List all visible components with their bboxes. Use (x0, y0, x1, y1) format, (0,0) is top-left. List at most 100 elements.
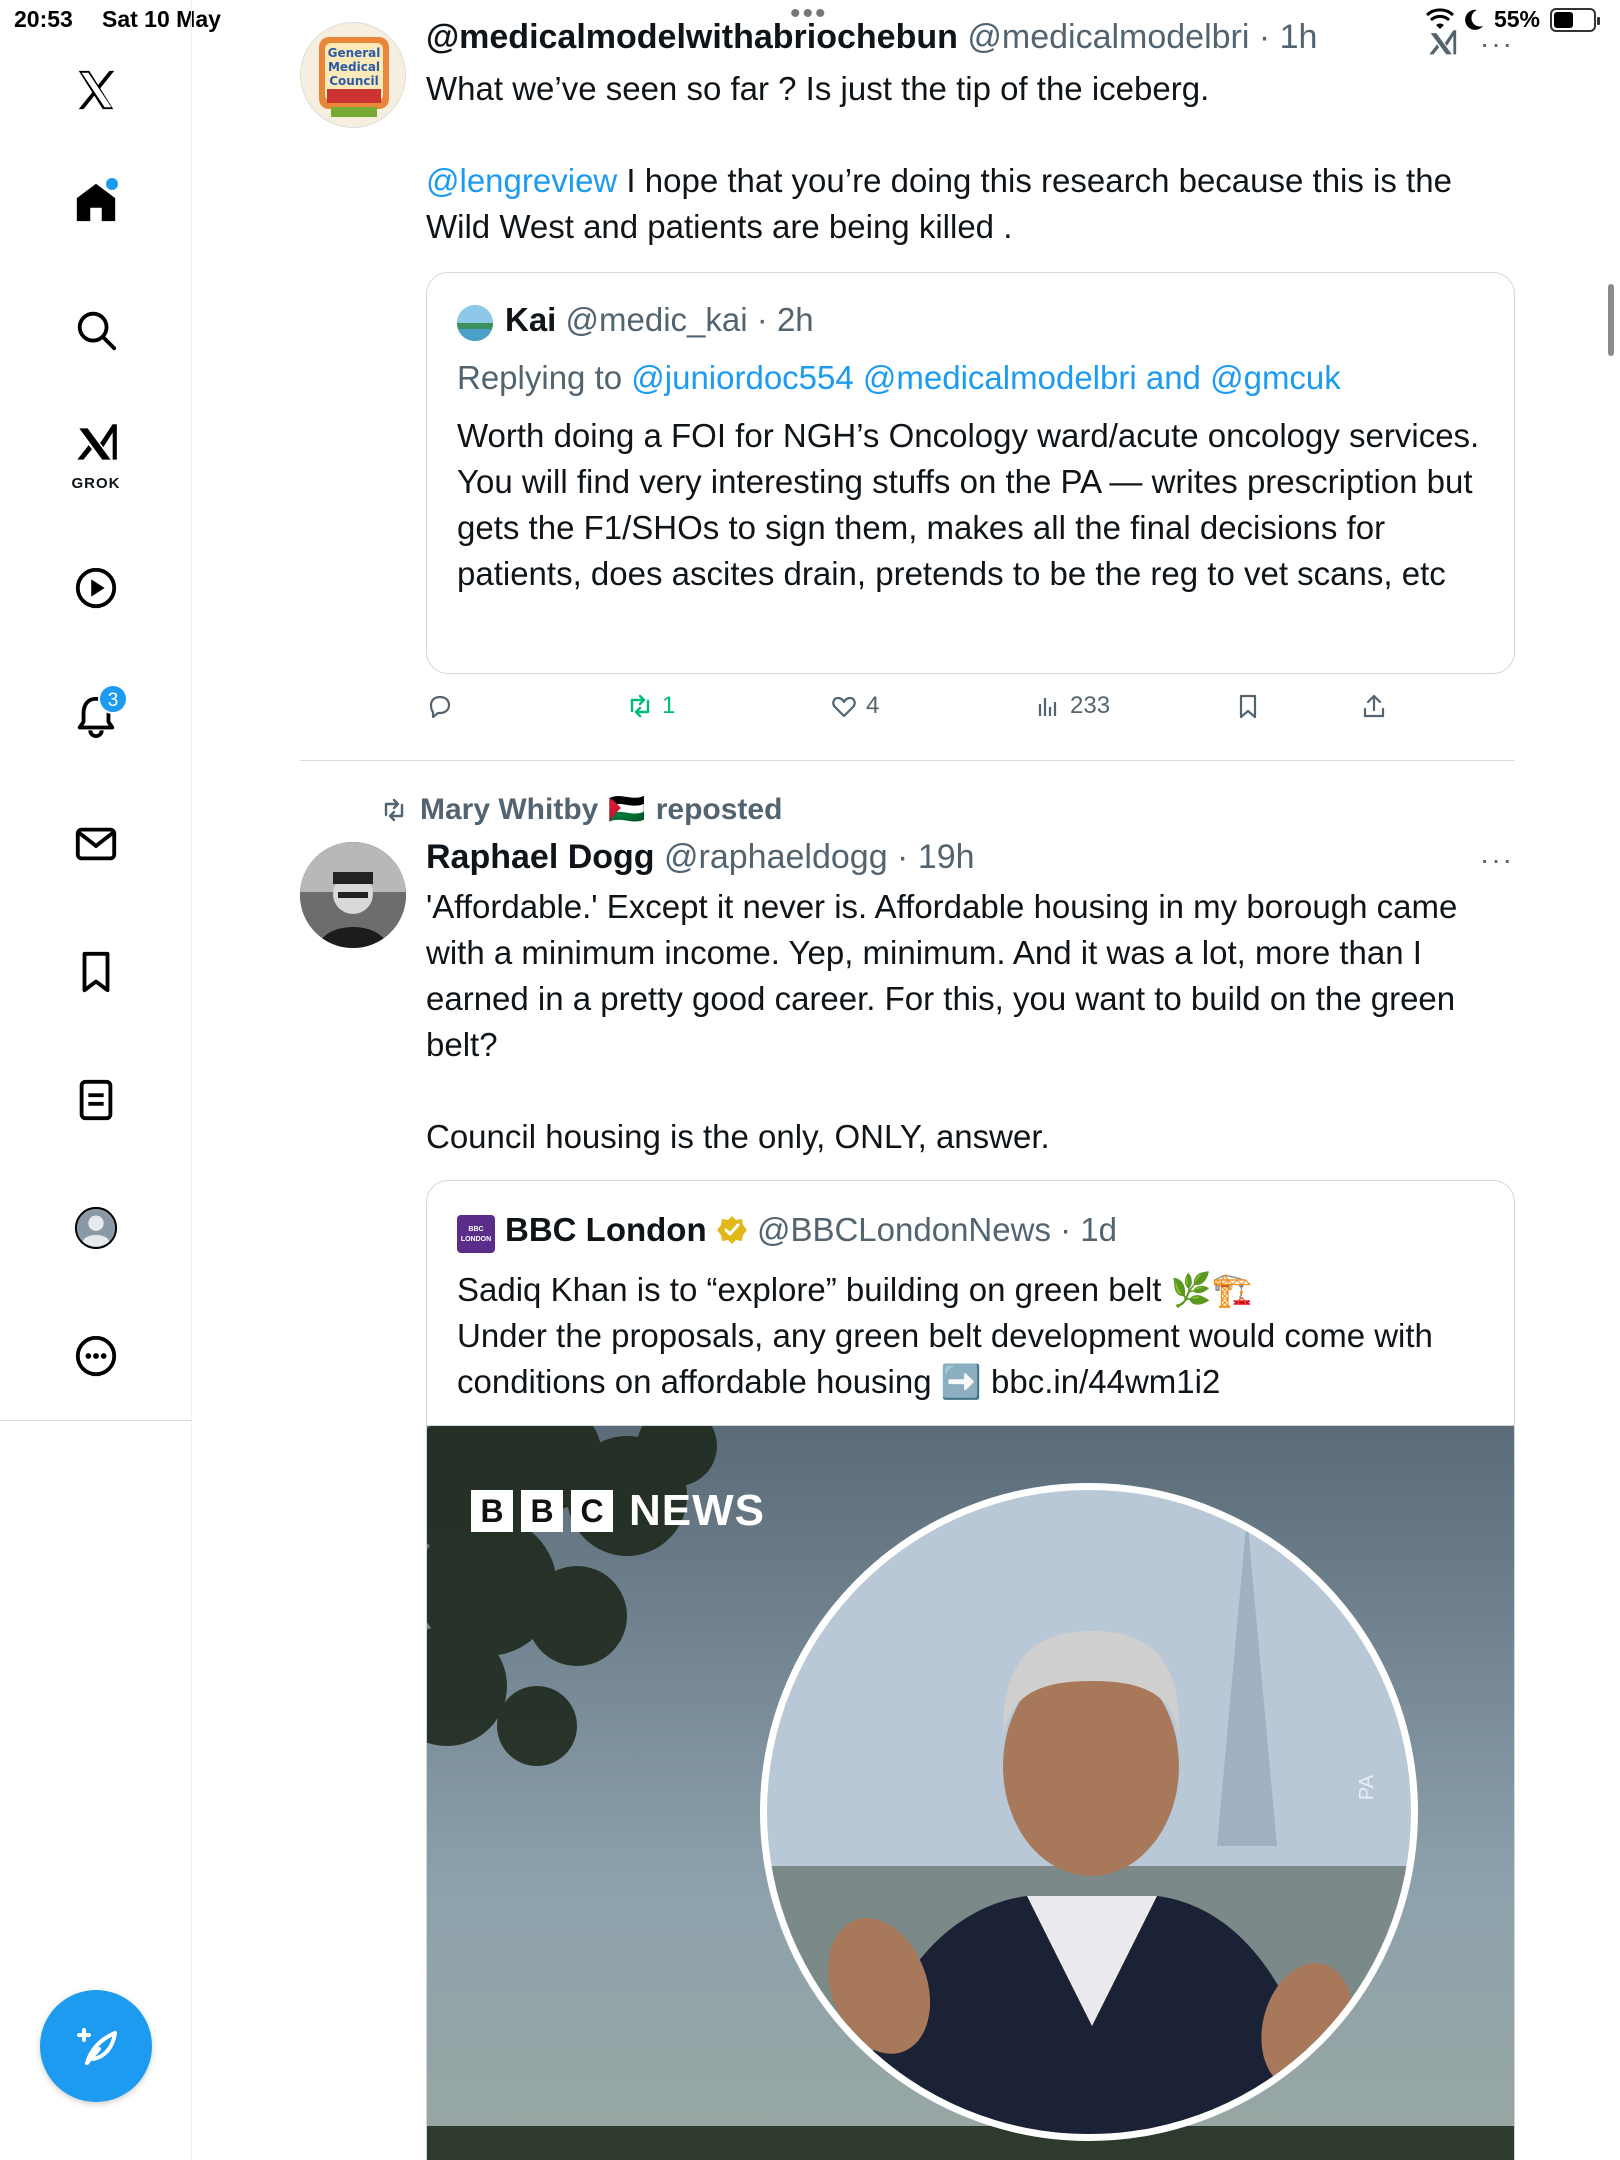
bbc-text-line2: Under the proposals, any green belt deve… (457, 1317, 1433, 1400)
scrollbar-thumb[interactable] (1608, 284, 1614, 356)
replying-last-mention[interactable]: @gmcuk (1210, 359, 1341, 396)
bbc-news-media-image[interactable]: B B C NEWS PA (427, 1425, 1514, 2160)
views-button[interactable]: 233 (1034, 692, 1110, 720)
tweet2-paragraph-2: Council housing is the only, ONLY, answe… (426, 1118, 1050, 1155)
nav-messages[interactable] (60, 808, 132, 880)
bbc-text-line1: Sadiq Khan is to “explore” building on g… (457, 1271, 1253, 1308)
more-circle-icon (75, 1335, 117, 1377)
mail-icon (75, 827, 117, 861)
repost-icon (630, 694, 650, 718)
palestine-flag-icon: 🇵🇸 (608, 793, 646, 826)
repost-button[interactable]: 1 (626, 692, 675, 720)
bbc-letter-3: C (571, 1490, 613, 1532)
notifications-count-badge: 3 (98, 684, 128, 714)
reply-icon (429, 695, 451, 719)
bbc-header: BBC London @BBCLondonNews · 1d (505, 1211, 1117, 1249)
bbc-news-watermark: B B C NEWS (471, 1486, 765, 1536)
bookmark-icon (82, 951, 110, 993)
nav-divider (0, 1420, 192, 1421)
svg-text:Council: Council (329, 74, 378, 88)
grok-small-icon (1429, 30, 1457, 55)
photo-credit: PA (1356, 1774, 1379, 1801)
bbc-text: Sadiq Khan is to “explore” building on g… (457, 1267, 1497, 1405)
home-new-dot (106, 178, 118, 190)
share-button[interactable] (1360, 692, 1388, 720)
avatar-medicalmodelbri[interactable]: General Medical Council (300, 22, 406, 128)
replying-prefix: Replying to (457, 359, 632, 396)
avatar-kai[interactable] (457, 305, 493, 341)
grok-label: GROK (71, 475, 121, 492)
nav-grok[interactable]: GROK (60, 416, 132, 492)
bookmark-button[interactable] (1234, 692, 1262, 720)
tweet2-more-icon[interactable]: ··· (1480, 844, 1514, 876)
tweet1-separator: · (1249, 18, 1280, 56)
grok-corner-icon[interactable] (1424, 26, 1460, 65)
tweet1-text: What we’ve seen so far ? Is just the tip… (426, 66, 1516, 250)
nav-notifications[interactable]: 3 (60, 680, 132, 752)
list-icon (79, 1079, 113, 1121)
tweet2-separator: · (887, 838, 918, 876)
nav-more[interactable] (60, 1320, 132, 1392)
gmc-badge-avatar-image: General Medical Council (301, 23, 405, 127)
side-navigation: GROK 3 (0, 0, 192, 2160)
tweet1-header: @medicalmodelwithabriochebun @medicalmod… (426, 18, 1317, 57)
repost-count: 1 (662, 692, 676, 719)
nav-video[interactable] (60, 552, 132, 624)
nav-explore[interactable] (60, 294, 132, 366)
avatar-raphaeldogg[interactable] (300, 842, 406, 948)
kai-header: Kai @medic_kai · 2h (505, 301, 814, 339)
compose-post-button[interactable] (40, 1990, 152, 2102)
grok-icon (77, 424, 117, 460)
avatar-bbclondon[interactable]: BBC LONDON (457, 1215, 495, 1253)
bbc-news-label: NEWS (629, 1486, 765, 1535)
battery-icon (1550, 7, 1600, 32)
verified-gold-badge-icon (716, 1216, 747, 1244)
reposted-by-name[interactable]: Mary Whitby (420, 793, 598, 827)
share-icon (1363, 694, 1385, 718)
quoted-tweet-bbclondon[interactable]: BBC LONDON BBC London @BBCLondonNews · 1… (426, 1180, 1515, 2160)
tweet1-handle[interactable]: @medicalmodelbri (967, 18, 1249, 56)
quoted-tweet-kai[interactable]: Kai @medic_kai · 2h Replying to @juniord… (426, 272, 1515, 674)
like-count: 4 (866, 692, 880, 719)
tweet1-text-line1: What we’ve seen so far ? Is just the tip… (426, 70, 1210, 107)
battery-level (1554, 11, 1574, 28)
compose-feather-icon (77, 2028, 117, 2065)
kai-separator: · (747, 301, 777, 338)
tweet1-display-name[interactable]: @medicalmodelwithabriochebun (426, 18, 958, 56)
sadiq-khan-photo-image (427, 1426, 1514, 2160)
reply-button[interactable] (426, 692, 462, 720)
replying-mentions[interactable]: @juniordoc554 @medicalmodelbri (631, 359, 1136, 396)
bbc-handle[interactable]: @BBCLondonNews (757, 1211, 1051, 1248)
nav-home[interactable] (60, 166, 132, 238)
x-logo-icon[interactable] (60, 54, 132, 126)
kai-text: Worth doing a FOI for NGH’s Oncology war… (457, 417, 1480, 592)
tweet1-text-line2-wrap: @lengreview I hope that you’re doing thi… (426, 158, 1516, 250)
bbc-letter-1: B (471, 1490, 513, 1532)
nav-bookmarks[interactable] (60, 936, 132, 1008)
tweet2-text-spacer (426, 1068, 1506, 1114)
tweet1-mention[interactable]: @lengreview (426, 162, 617, 199)
tweet2-handle[interactable]: @raphaeldogg (664, 838, 888, 876)
tweet2-time[interactable]: 19h (918, 838, 975, 876)
landscape-avatar-image (457, 305, 493, 341)
bbc-letter-2: B (521, 1490, 563, 1532)
kai-time: 2h (776, 301, 814, 338)
svg-text:General: General (328, 46, 381, 60)
kai-handle[interactable]: @medic_kai (566, 301, 748, 338)
tweet1-time[interactable]: 1h (1280, 18, 1318, 56)
tweet1-more-icon[interactable]: ··· (1480, 28, 1514, 60)
reposted-label: reposted (655, 792, 783, 826)
kai-display-name[interactable]: Kai (505, 301, 556, 338)
like-button[interactable]: 4 (830, 692, 879, 720)
kai-replying-to: Replying to @juniordoc554 @medicalmodelb… (457, 359, 1341, 397)
tweet2-display-name[interactable]: Raphael Dogg (426, 838, 655, 876)
views-count: 233 (1070, 692, 1111, 719)
svg-text:Medical: Medical (328, 60, 380, 74)
tweet-divider (300, 760, 1515, 761)
reposted-by-line: Mary Whitby 🇵🇸 reposted (378, 792, 782, 827)
nav-profile[interactable] (60, 1192, 132, 1264)
bbc-display-name[interactable]: BBC London (505, 1211, 707, 1248)
tweet2-header: Raphael Dogg @raphaeldogg · 19h (426, 838, 975, 877)
nav-lists[interactable] (60, 1064, 132, 1136)
man-bw-avatar-image (300, 842, 406, 948)
